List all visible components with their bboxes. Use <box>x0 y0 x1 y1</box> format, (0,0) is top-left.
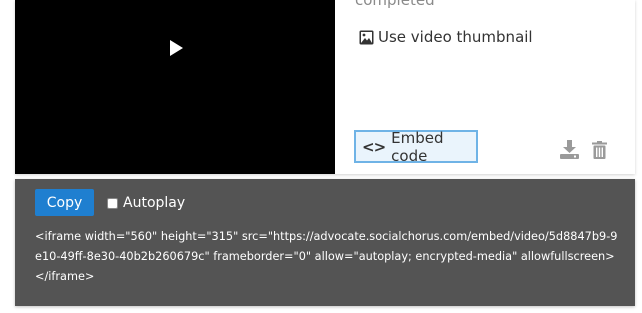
code-icon: <> <box>362 137 386 156</box>
use-thumbnail-option[interactable]: Use video thumbnail <box>359 26 533 48</box>
embed-code-panel: Copy Autoplay <iframe width="560" height… <box>15 179 635 306</box>
processing-status: completed <box>355 0 435 9</box>
autoplay-option[interactable]: Autoplay <box>107 193 185 213</box>
embed-code-button[interactable]: <> Embed code <box>354 128 478 165</box>
embed-code-text[interactable]: <iframe width="560" height="315" src="ht… <box>35 227 620 287</box>
page: completed Use video thumbnail <> Embed c… <box>0 0 642 313</box>
video-player[interactable] <box>15 0 335 174</box>
autoplay-checkbox[interactable] <box>107 197 118 209</box>
trash-icon[interactable] <box>592 141 607 159</box>
download-icon[interactable] <box>560 140 579 159</box>
use-thumbnail-label: Use video thumbnail <box>378 28 533 46</box>
image-icon <box>359 30 374 44</box>
play-icon[interactable] <box>169 40 183 56</box>
copy-button[interactable]: Copy <box>35 189 94 216</box>
embed-code-label: Embed code <box>391 128 444 165</box>
autoplay-label: Autoplay <box>123 195 186 211</box>
video-card: completed Use video thumbnail <> Embed c… <box>15 0 635 174</box>
